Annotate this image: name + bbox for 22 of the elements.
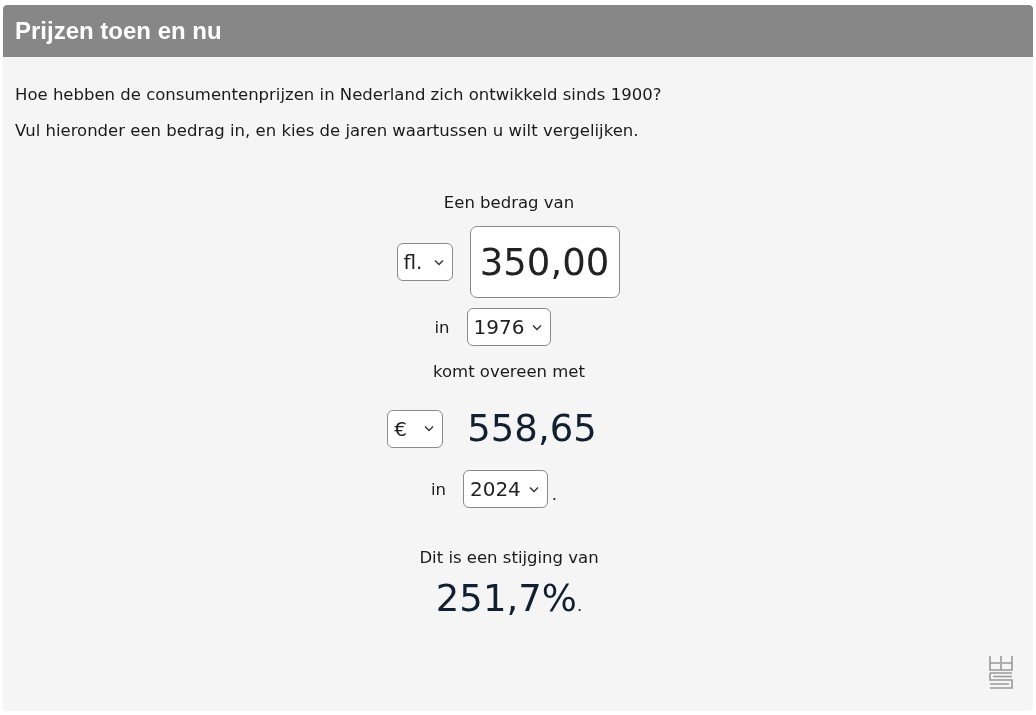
- year-select[interactable]: 1976: [466, 308, 552, 346]
- change-value: 251,7%: [435, 577, 577, 620]
- result-label: komt overeen met: [433, 362, 585, 381]
- in-label: in: [434, 317, 450, 337]
- intro-text: Hoe hebben de consumentenprijzen in Nederland zich ontwikkeld sinds 1900?: [15, 85, 663, 104]
- amount-input[interactable]: 350,00: [469, 226, 620, 298]
- in-label: in: [430, 479, 446, 499]
- year-select[interactable]: 2024: [462, 470, 548, 508]
- logo-icon: [989, 655, 1013, 689]
- result-value: 558,65: [467, 407, 597, 450]
- change-label: Dit is een stijging van: [419, 548, 599, 567]
- amount-label: Een bedrag van: [443, 193, 575, 212]
- chevron-down-icon: [433, 258, 444, 266]
- chevron-down-icon: [532, 323, 543, 331]
- period-text: .: [576, 596, 583, 615]
- chevron-down-icon: [528, 485, 539, 493]
- currency-select[interactable]: fl.: [396, 243, 453, 281]
- intro-text: Vul hieronder een bedrag in, en kies de jaren waartussen u wilt vergelijken.: [15, 121, 640, 140]
- currency-select[interactable]: €: [387, 409, 444, 448]
- chevron-down-icon: [424, 425, 435, 432]
- panel-title: Prijzen toen en nu: [15, 17, 222, 45]
- period-text: .: [551, 485, 558, 504]
